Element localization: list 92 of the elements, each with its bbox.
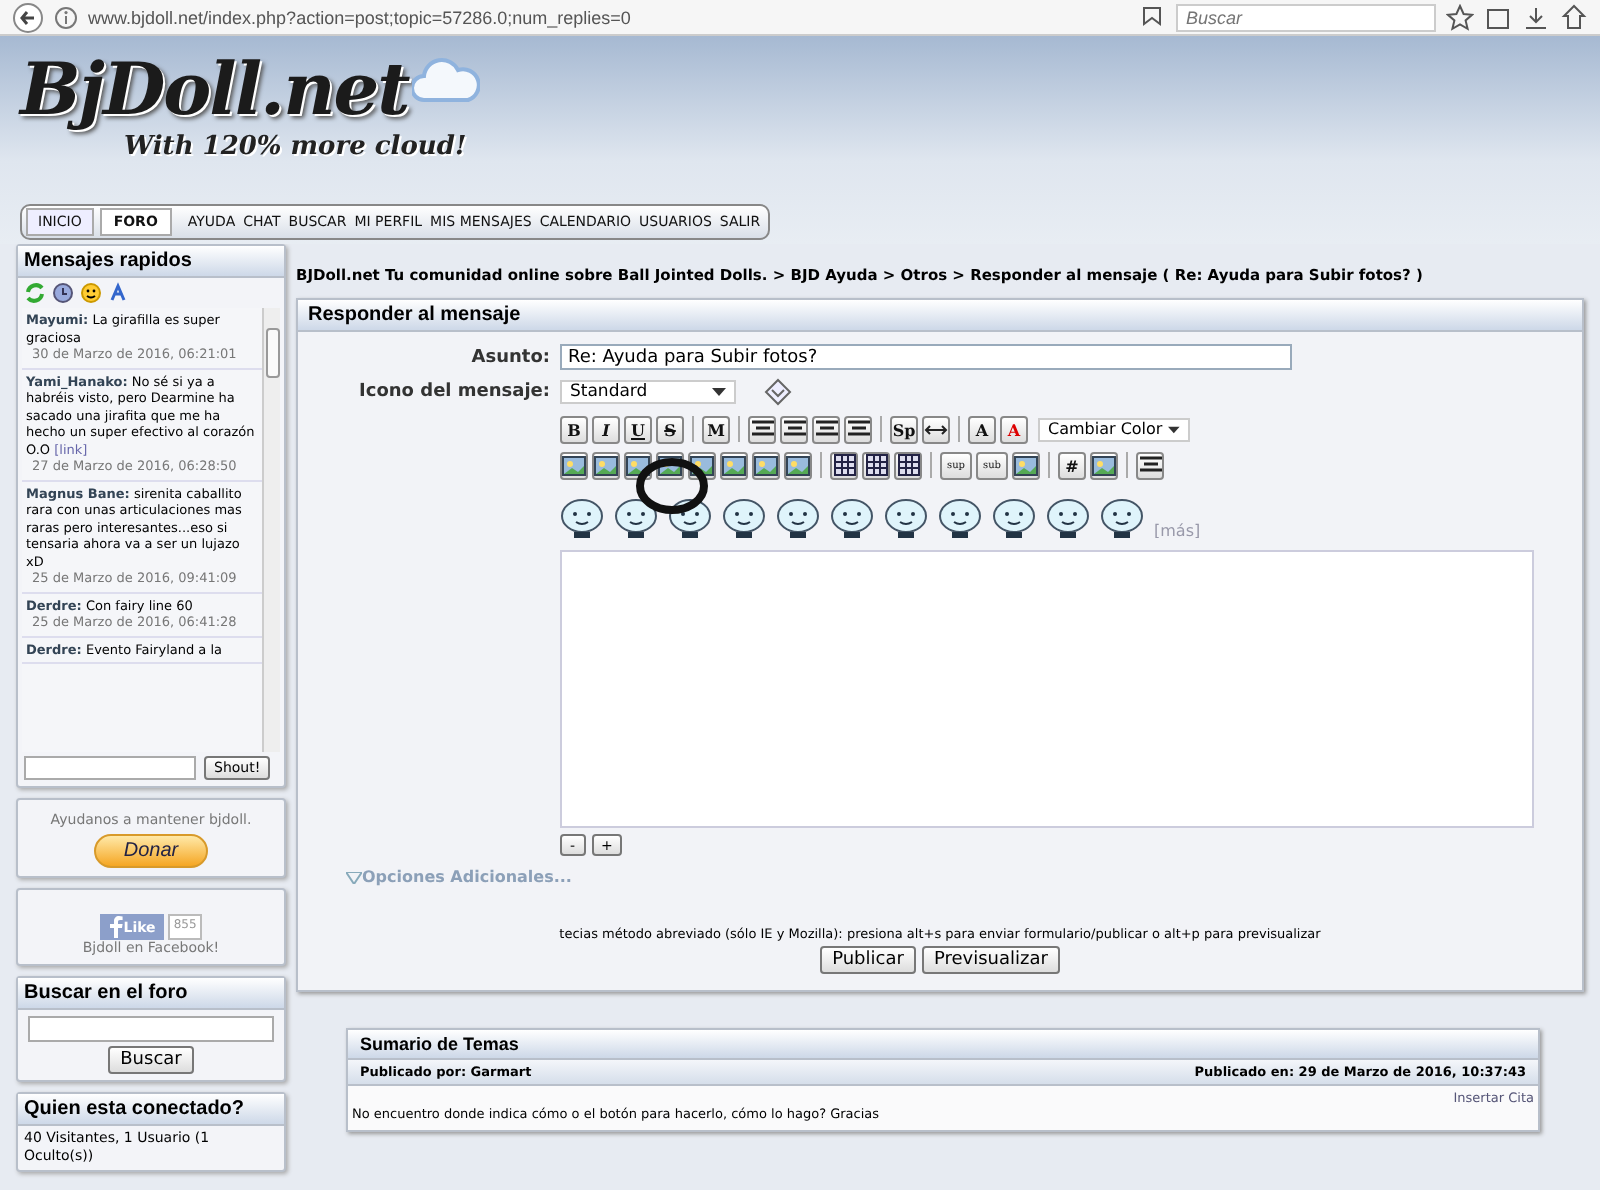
search-field[interactable]: [28, 1016, 274, 1042]
font-icon[interactable]: [108, 282, 130, 304]
caret-icon: [1168, 425, 1180, 433]
site-logo[interactable]: BjDoll.net: [20, 48, 500, 132]
format-button[interactable]: [780, 415, 808, 443]
shout-field[interactable]: [24, 756, 196, 780]
picture-icon: [786, 455, 810, 475]
picture-icon: [1092, 455, 1116, 475]
arrows-icon: [924, 421, 948, 437]
cloud-icon: [412, 56, 480, 104]
reader-icon[interactable]: [1138, 3, 1166, 31]
smiley-icon[interactable]: [1100, 496, 1144, 540]
scroll-thumb[interactable]: [266, 328, 280, 378]
panel-title: Sumario de Temas: [348, 1030, 1538, 1058]
message-icon: [764, 378, 792, 406]
scrollbar[interactable]: [262, 308, 280, 752]
picture-icon: [562, 455, 586, 475]
format-button[interactable]: [830, 451, 858, 479]
clock-icon[interactable]: [52, 282, 74, 304]
smiley-icon[interactable]: [884, 496, 928, 540]
smiley-icon[interactable]: [722, 496, 766, 540]
format-button[interactable]: A: [968, 415, 996, 443]
format-button[interactable]: [560, 451, 588, 479]
panel-title: Responder al mensaje: [298, 300, 1582, 332]
picture-icon: [754, 455, 778, 475]
format-button[interactable]: [720, 451, 748, 479]
address-bar[interactable]: www.bjdoll.net/index.php?action=post;topic=57286.0;num_replies=0: [88, 7, 631, 27]
message-field[interactable]: [560, 550, 1534, 828]
format-button[interactable]: [812, 415, 840, 443]
format-button[interactable]: [862, 451, 890, 479]
format-button[interactable]: Sp: [890, 415, 918, 443]
format-button[interactable]: I: [592, 415, 620, 443]
smiley-icon[interactable]: [938, 496, 982, 540]
logo-tagline: With 120% more cloud!: [124, 132, 469, 162]
smiley-icon[interactable]: [1046, 496, 1090, 540]
home-icon[interactable]: [1560, 3, 1588, 31]
annotation-circle: [634, 456, 710, 516]
picture-icon: [594, 455, 618, 475]
smiley-icon[interactable]: [992, 496, 1036, 540]
format-button[interactable]: [752, 451, 780, 479]
icon-label: Icono del mensaje:: [357, 382, 550, 402]
format-button[interactable]: [592, 451, 620, 479]
caret-icon: [712, 388, 726, 396]
format-button[interactable]: [1090, 451, 1118, 479]
subject-label: Asunto:: [469, 347, 550, 367]
smiley-icon[interactable]: [830, 496, 874, 540]
align-icon: [815, 420, 837, 438]
icon-dropdown[interactable]: Standard: [560, 380, 736, 404]
smiley-icon[interactable]: [668, 496, 712, 540]
smiley-icon[interactable]: [776, 496, 820, 540]
format-button[interactable]: U: [624, 415, 652, 443]
smiley-icon[interactable]: [614, 496, 658, 540]
format-button[interactable]: M: [702, 415, 730, 443]
picture-icon: [722, 455, 746, 475]
panel-title: Mensajes rapidos: [18, 246, 284, 278]
expand-icon: [346, 871, 362, 883]
table-icon: [865, 454, 887, 476]
panel-title: Buscar en el foro: [18, 978, 284, 1010]
format-button[interactable]: [844, 415, 872, 443]
facebook-icon: [107, 916, 124, 938]
color-dropdown[interactable]: Cambiar Color: [1038, 417, 1190, 441]
back-icon[interactable]: [12, 1, 44, 33]
smiley-icon[interactable]: [80, 282, 102, 304]
format-button[interactable]: [1012, 451, 1040, 479]
picture-icon: [626, 455, 650, 475]
table-icon: [897, 454, 919, 476]
preview-button[interactable]: Previsualizar: [921, 946, 1060, 974]
align-icon: [751, 420, 773, 438]
picture-icon: [1014, 455, 1038, 475]
align-icon: [783, 420, 805, 438]
format-button[interactable]: #: [1058, 451, 1086, 479]
align-icon: [1139, 456, 1161, 474]
format-button[interactable]: B: [560, 415, 588, 443]
format-button[interactable]: [748, 415, 776, 443]
table-icon: [833, 454, 855, 476]
star-icon[interactable]: [1446, 3, 1474, 31]
panel-title: Quien esta conectado?: [18, 1094, 284, 1126]
download-icon[interactable]: [1522, 3, 1550, 31]
search-field[interactable]: Buscar: [1176, 3, 1436, 31]
format-button[interactable]: [784, 451, 812, 479]
format-button[interactable]: A: [1000, 415, 1028, 443]
format-button[interactable]: [922, 415, 950, 443]
format-button[interactable]: S: [656, 415, 684, 443]
search-button[interactable]: Buscar: [108, 1046, 194, 1074]
align-icon: [847, 420, 869, 438]
publish-button[interactable]: Publicar: [820, 946, 916, 974]
format-button[interactable]: [894, 451, 922, 479]
format-button[interactable]: [1136, 451, 1164, 479]
subject-field[interactable]: Re: Ayuda para Subir fotos?: [560, 344, 1292, 370]
info-icon[interactable]: [54, 5, 78, 29]
donate-button[interactable]: Donar: [93, 834, 209, 868]
smiley-icon[interactable]: [560, 496, 604, 540]
